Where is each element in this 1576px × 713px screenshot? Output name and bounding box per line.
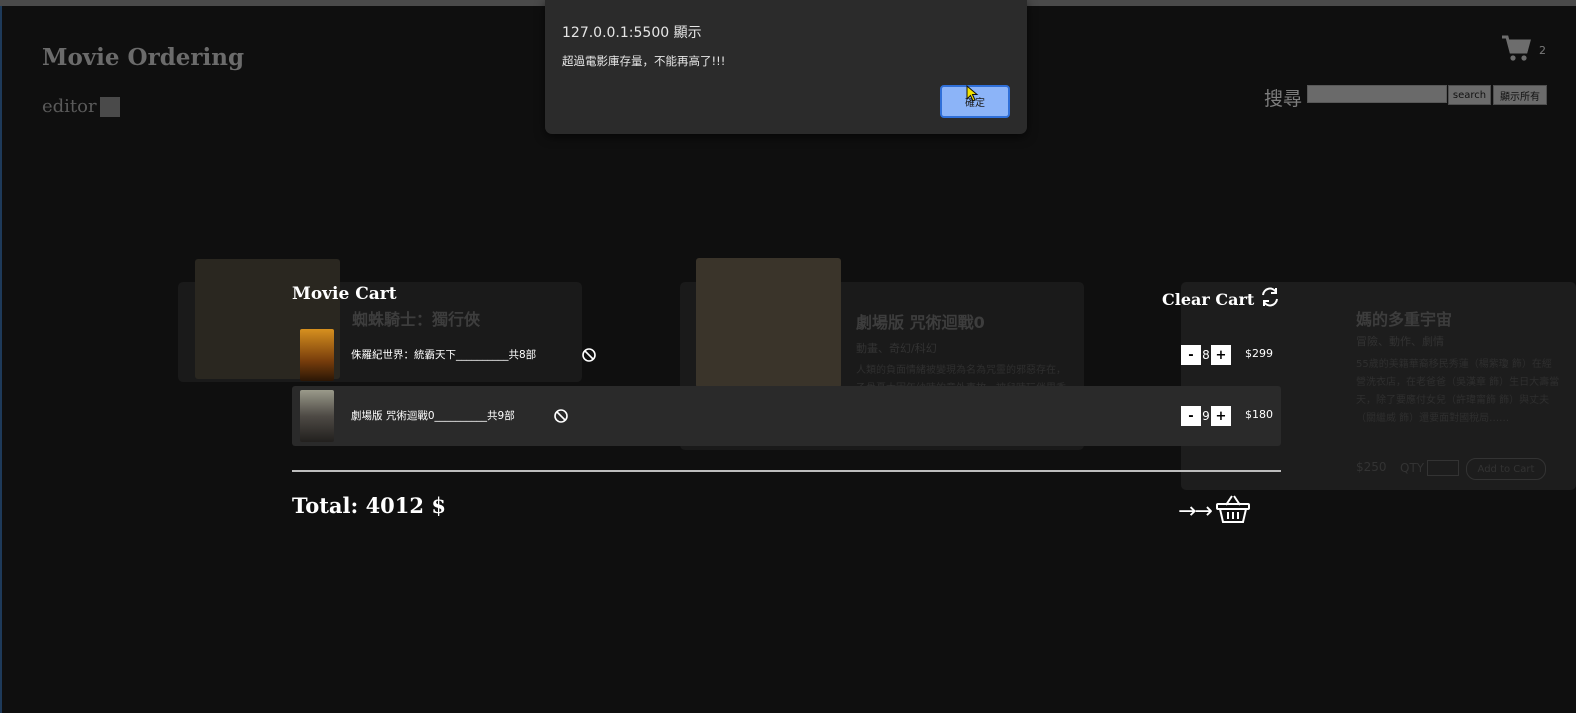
alert-message: 超過電影庫存量，不能再高了!!! [562, 54, 726, 68]
movie-name: 侏羅紀世界：統霸天下 [351, 349, 456, 361]
page-title: Movie Ordering [42, 44, 245, 71]
decrease-qty-button[interactable]: - [1181, 345, 1201, 365]
qty-label: QTY [1400, 461, 1425, 475]
increase-qty-button[interactable]: + [1211, 406, 1231, 426]
movie-card-tags: 冒險、動作、劇情 [1356, 335, 1444, 348]
movie-card-description: 55歲的美籍華裔移民秀蓮（楊紫瓊 飾）在經營洗衣店，在老爸爸（吳漢章 飾）生日大… [1356, 359, 1560, 424]
search-label: 搜尋 [1264, 88, 1303, 110]
editor-checkbox[interactable] [99, 96, 120, 117]
cart-item-row: 劇場版 咒術迴戰0__________共9部 - 9 + $180 [292, 386, 1281, 446]
show-all-button[interactable]: 顯示所有 [1493, 85, 1547, 105]
name-filler: __________ [456, 349, 509, 361]
movie-thumbnail [300, 329, 334, 381]
qty-value: 8 [1202, 348, 1210, 362]
stock-count: 共9部 [487, 410, 515, 422]
cart-item-row: 侏羅紀世界：統霸天下__________共8部 - 8 + $299 [292, 325, 1281, 385]
cart-item-name: 侏羅紀世界：統霸天下__________共8部 [351, 347, 536, 362]
arrow-right-icon: →→ [1178, 498, 1213, 524]
movie-name: 劇場版 咒術迴戰0 [351, 410, 435, 422]
movie-card-price: $250 [1356, 460, 1387, 474]
name-filler: __________ [434, 410, 488, 422]
search-input[interactable] [1307, 85, 1447, 103]
remove-item-icon[interactable] [553, 408, 569, 424]
stock-count: 共8部 [508, 349, 537, 361]
item-price: $180 [1245, 408, 1273, 421]
alert-origin: 127.0.0.1:5500 顯示 [562, 25, 702, 41]
quantity-stepper: - 8 + [1181, 345, 1231, 365]
quantity-stepper: - 9 + [1181, 406, 1231, 426]
qty-value: 9 [1202, 409, 1210, 423]
remove-item-icon[interactable] [581, 347, 597, 363]
cart-total: Total: 4012 $ [292, 493, 446, 518]
cart-title: Movie Cart [292, 284, 397, 304]
checkout-button[interactable]: →→ [1178, 493, 1251, 529]
editor-label: editor [42, 96, 97, 117]
mouse-pointer-icon [966, 84, 980, 103]
cart-count-badge: 2 [1539, 44, 1546, 57]
cart-item-name: 劇場版 咒術迴戰0__________共9部 [351, 408, 515, 423]
add-to-cart-button[interactable]: Add to Cart [1466, 458, 1546, 480]
decrease-qty-button[interactable]: - [1181, 406, 1201, 426]
search-button[interactable]: search [1448, 85, 1491, 105]
editor-toggle[interactable]: editor [42, 96, 120, 117]
alert-dialog: 127.0.0.1:5500 顯示 超過電影庫存量，不能再高了!!! 確定 [545, 0, 1027, 134]
window-left-edge [0, 6, 2, 713]
item-price: $299 [1245, 347, 1273, 360]
clear-cart-button[interactable]: Clear Cart [1162, 286, 1281, 312]
clear-cart-label: Clear Cart [1162, 289, 1255, 309]
basket-icon [1215, 493, 1251, 529]
refresh-icon [1259, 286, 1281, 312]
movie-card-title: 媽的多重宇宙 [1356, 310, 1453, 329]
movie-thumbnail [300, 390, 334, 442]
movie-card-qty: QTY [1400, 460, 1460, 476]
cart-divider [292, 470, 1281, 472]
qty-input[interactable] [1427, 460, 1460, 476]
increase-qty-button[interactable]: + [1211, 345, 1231, 365]
cart-icon[interactable] [1500, 33, 1532, 63]
